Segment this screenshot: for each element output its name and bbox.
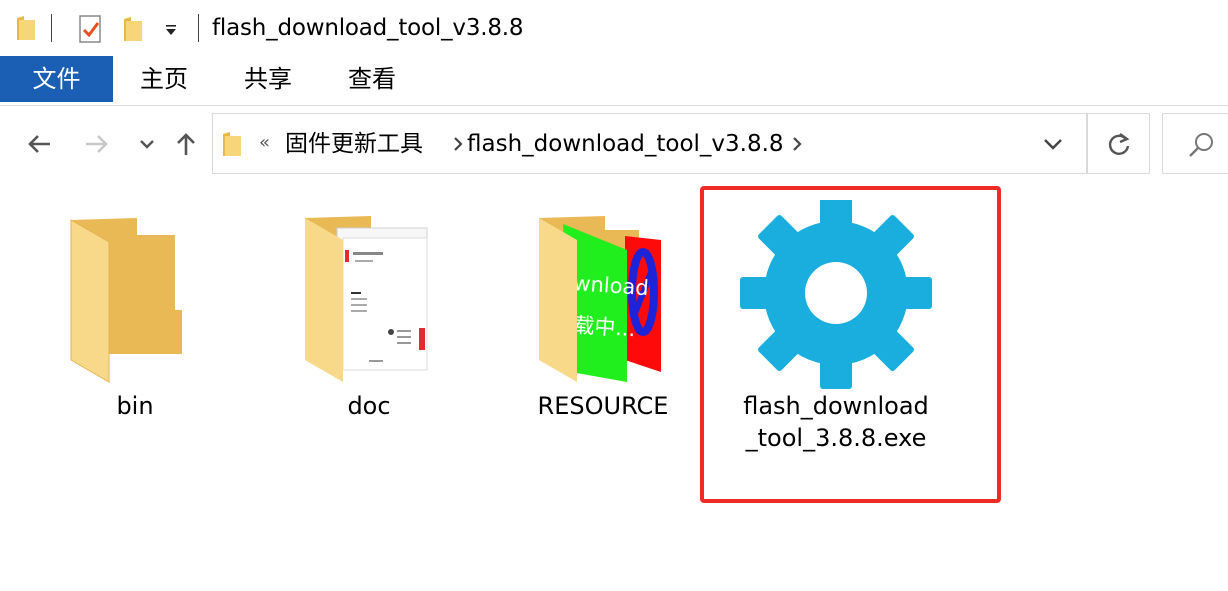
new-folder-icon[interactable]: [122, 15, 144, 47]
breadcrumb-item[interactable]: flash_download_tool_v3.8.8: [467, 128, 784, 160]
recent-locations-button[interactable]: [130, 127, 164, 161]
address-bar[interactable]: « 固件更新工具 flash_download_tool_v3.8.8: [212, 113, 1087, 174]
search-icon: [1188, 131, 1216, 163]
search-box[interactable]: [1162, 113, 1228, 174]
forward-button[interactable]: [80, 127, 114, 161]
file-item-bin[interactable]: bin: [25, 200, 245, 470]
file-name-line: _tool_3.8.8.exe: [745, 424, 927, 452]
gear-icon: [726, 197, 946, 390]
file-item-exe[interactable]: flash_download _tool_3.8.8.exe: [726, 197, 946, 470]
folder-icon: [221, 130, 243, 162]
file-name: doc: [347, 392, 391, 420]
title-bar: flash_download_tool_v3.8.8: [0, 0, 1228, 56]
tab-file[interactable]: 文件: [0, 56, 113, 102]
tab-view[interactable]: 查看: [329, 56, 415, 102]
file-item-resource[interactable]: wnload 载中... RESOURCE: [493, 200, 713, 470]
refresh-button[interactable]: [1087, 113, 1150, 174]
arrow-left-icon: [28, 135, 50, 153]
chevron-right-icon[interactable]: [791, 136, 803, 156]
breadcrumb-item[interactable]: 固件更新工具: [285, 128, 423, 160]
file-name: bin: [116, 392, 154, 420]
customize-toolbar-dropdown-icon[interactable]: [164, 22, 178, 41]
folder-icon[interactable]: [15, 14, 37, 46]
properties-icon[interactable]: [78, 14, 104, 48]
breadcrumb-overflow[interactable]: «: [259, 130, 270, 156]
back-button[interactable]: [22, 127, 56, 161]
ribbon-divider: [0, 105, 1228, 106]
arrow-up-icon: [177, 133, 195, 155]
refresh-icon: [1108, 132, 1129, 155]
arrow-right-icon: [86, 135, 108, 153]
tab-home[interactable]: 主页: [121, 56, 207, 102]
folder-document-icon: [259, 200, 479, 390]
folder-icon: [25, 200, 245, 390]
thumbnail-text: 载中...: [573, 313, 637, 341]
tab-share[interactable]: 共享: [225, 56, 311, 102]
file-item-doc[interactable]: doc: [259, 200, 479, 470]
chevron-down-icon: [140, 140, 154, 149]
up-button[interactable]: [169, 127, 203, 161]
ribbon-tabs: 文件 主页 共享 查看: [0, 56, 1228, 102]
window-title: flash_download_tool_v3.8.8: [212, 15, 524, 41]
toolbar-separator: [51, 14, 52, 42]
file-name: flash_download _tool_3.8.8.exe: [726, 390, 946, 454]
file-name: RESOURCE: [537, 392, 669, 420]
toolbar-separator: [198, 14, 199, 42]
folder-image-icon: wnload 载中...: [493, 200, 713, 390]
file-name-line: flash_download: [743, 392, 929, 420]
chevron-right-icon[interactable]: [452, 136, 464, 156]
address-history-dropdown-icon[interactable]: [1043, 136, 1063, 155]
